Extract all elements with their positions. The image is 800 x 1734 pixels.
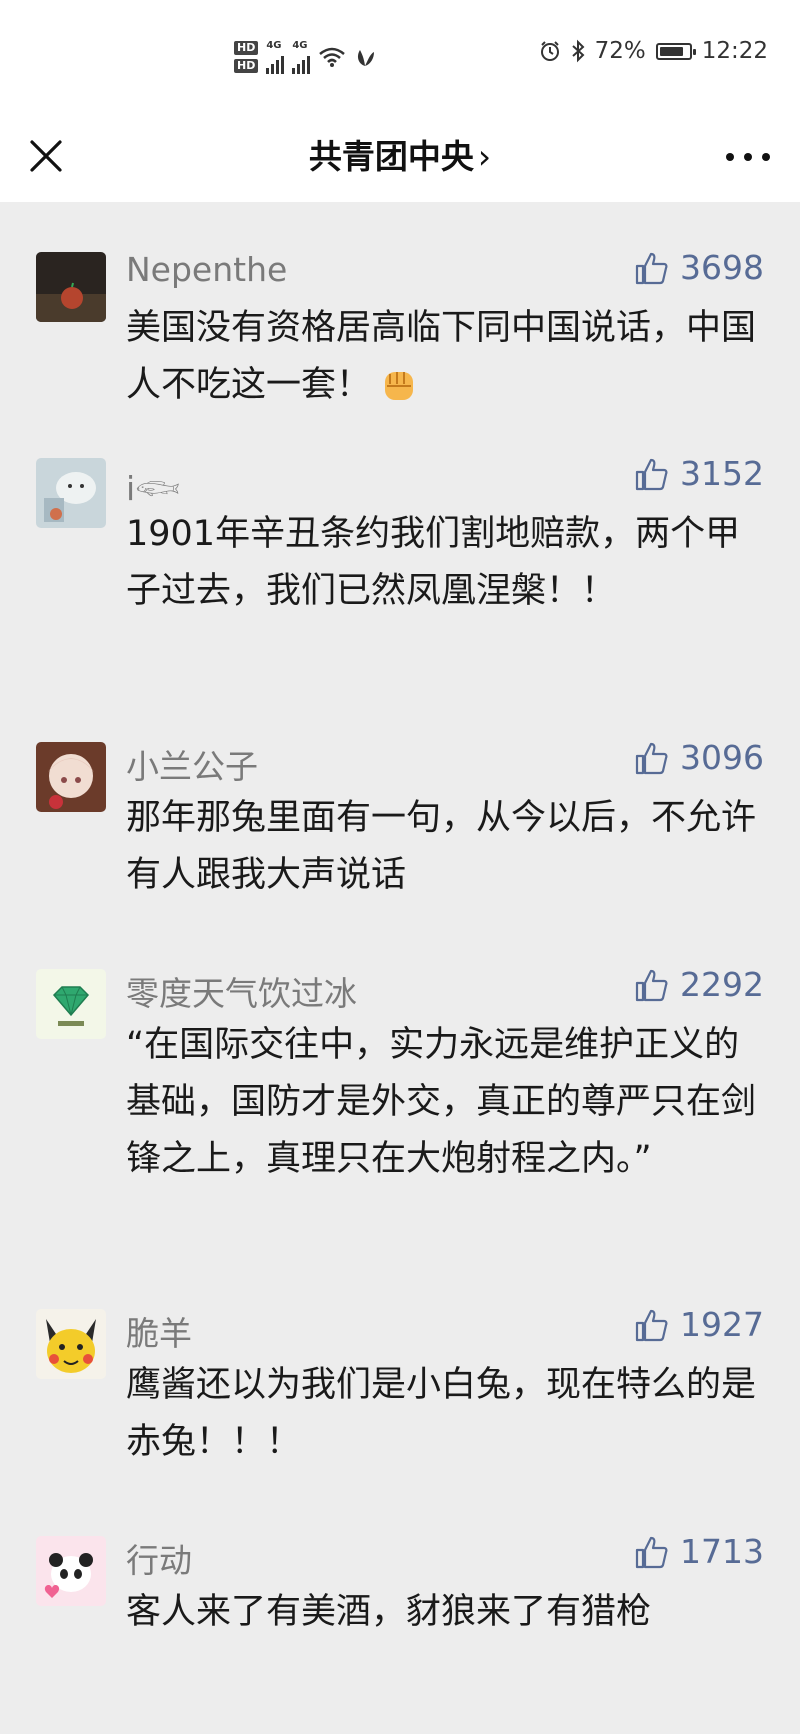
- status-right: 72% 12:22: [539, 38, 768, 64]
- fist-emoji-icon: [385, 372, 414, 400]
- butterfly-icon: [358, 50, 375, 66]
- hd-badge-2: HD: [234, 59, 259, 73]
- chevron-right-icon: ›: [477, 137, 492, 176]
- comment-text: 美国没有资格居高临下同中国说话，中国人不吃这一套！: [126, 300, 756, 414]
- like-button[interactable]: 1927: [634, 1305, 764, 1344]
- signal-icon-2: 4G: [292, 40, 311, 74]
- thumb-up-icon: [635, 1309, 668, 1341]
- alarm-icon: [540, 41, 559, 61]
- avatar[interactable]: [36, 252, 106, 322]
- status-left: HD HD 4G 4G: [234, 32, 376, 82]
- hd-indicators: HD HD: [234, 41, 259, 73]
- more-icon[interactable]: [726, 140, 770, 174]
- wifi-icon: [319, 47, 346, 67]
- network-type-2: 4G: [292, 40, 308, 51]
- like-button[interactable]: 3096: [634, 738, 764, 777]
- like-count: 2292: [680, 965, 764, 1004]
- like-button[interactable]: 3698: [634, 248, 764, 287]
- thumb-up-icon: [635, 252, 668, 284]
- battery-percent: 72%: [594, 38, 646, 64]
- avatar[interactable]: [36, 1309, 106, 1379]
- like-button[interactable]: 3152: [634, 454, 764, 493]
- like-count: 1713: [680, 1532, 764, 1571]
- comment-text-body: 美国没有资格居高临下同中国说话，中国人不吃这一套！: [126, 308, 757, 405]
- like-count: 1927: [680, 1305, 764, 1344]
- nickname[interactable]: i𓆟: [126, 456, 180, 511]
- comment-text: 客人来了有美酒，豺狼来了有猎枪: [126, 1592, 652, 1632]
- like-count: 3096: [680, 738, 764, 777]
- comment-text: “在国际交往中，实力永远是维护正义的基础，国防才是外交，真正的尊严只在剑锋之上，…: [126, 1025, 757, 1179]
- nickname[interactable]: 行动: [126, 1534, 192, 1582]
- thumb-up-icon: [635, 742, 668, 774]
- nickname[interactable]: 脆羊: [126, 1307, 192, 1355]
- like-button[interactable]: 1713: [634, 1532, 764, 1571]
- clock: 12:22: [701, 38, 768, 64]
- bluetooth-icon: [571, 39, 585, 63]
- page-title[interactable]: 共青团中央 ›: [0, 130, 800, 178]
- nickname[interactable]: Nepenthe: [126, 250, 287, 289]
- nickname[interactable]: 零度天气饮过冰: [126, 967, 357, 1015]
- status-bar: HD HD 4G 4G 72% 12:22: [0, 0, 800, 112]
- avatar[interactable]: [36, 742, 106, 812]
- nickname[interactable]: 小兰公子: [126, 740, 258, 788]
- thumb-up-icon: [635, 1536, 668, 1568]
- page-title-text: 共青团中央: [308, 137, 474, 176]
- comment-text: 1901年辛丑条约我们割地赔款，两个甲子过去，我们已然凤凰涅槃！！: [126, 514, 741, 611]
- network-type-1: 4G: [266, 40, 282, 51]
- comment-text: 鹰酱还以为我们是小白兔，现在特么的是赤兔！！！: [126, 1365, 757, 1462]
- comment-text: 那年那兔里面有一句，从今以后，不允许有人跟我大声说话: [126, 798, 757, 895]
- like-count: 3698: [680, 248, 764, 287]
- avatar[interactable]: [36, 458, 106, 528]
- battery-icon: [655, 42, 696, 60]
- like-count: 3152: [680, 454, 764, 493]
- avatar[interactable]: [36, 969, 106, 1039]
- thumb-up-icon: [635, 969, 668, 1001]
- signal-icon-1: 4G: [266, 40, 285, 74]
- battery-fill: [659, 46, 683, 56]
- thumb-up-icon: [635, 458, 668, 490]
- hd-badge-1: HD: [234, 41, 259, 55]
- like-button[interactable]: 2292: [634, 965, 764, 1004]
- avatar[interactable]: [36, 1536, 106, 1606]
- nav-bar: 共青团中央 ›: [0, 112, 800, 202]
